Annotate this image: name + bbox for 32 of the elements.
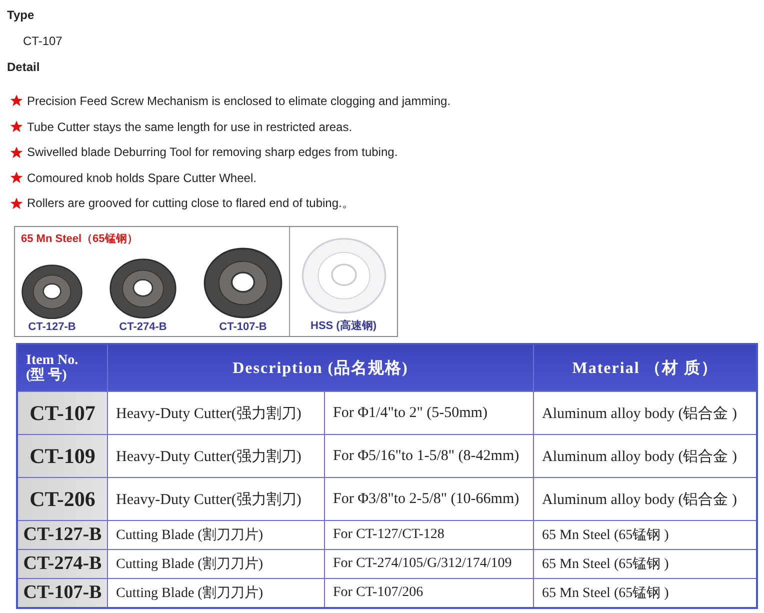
blade-label: CT-274-B [119, 321, 167, 334]
item-cell: CT-107-B [17, 578, 108, 608]
item-cell: CT-109 [17, 434, 108, 478]
blade-label: HSS (高速钢) [310, 318, 376, 334]
column-header: Description (品名规格) [108, 344, 534, 392]
item-cell: CT-274-B [17, 550, 108, 579]
spec-cell: For CT-127/CT-128 [324, 520, 534, 550]
blade-group-title: 65 Mn Steel（65锰钢） [21, 232, 139, 246]
description-cell: Heavy-Duty Cutter(强力割刀) [108, 434, 324, 478]
spec-cell: For Φ5/16"to 1-5/8" (8-42mm) [324, 434, 534, 478]
type-value: CT-107 [23, 34, 62, 48]
feature-text: Precision Feed Screw Mechanism is enclosed to elimate clogging and jamming. [27, 94, 451, 108]
spec-cell: For CT-274/105/G/312/174/109 [324, 550, 534, 579]
item-cell: CT-127-B [17, 520, 108, 550]
feature-text: Swivelled blade Deburring Tool for removing sharp edges from tubing. [27, 145, 398, 160]
description-cell: Heavy-Duty Cutter(强力割刀) [108, 392, 324, 435]
description-cell: Heavy-Duty Cutter(强力割刀) [108, 478, 324, 521]
item-cell: CT-206 [17, 478, 108, 521]
feature-text: Tube Cutter stays the same length for use in restricted areas. [27, 120, 352, 134]
column-header: Item No. (型 号) [17, 344, 108, 392]
description-cell: Cutting Blade (割刀刀片) [108, 550, 324, 579]
column-header: Material （材 质） [534, 344, 757, 392]
blade-label: CT-127-B [28, 321, 76, 334]
description-cell: Cutting Blade (割刀刀片) [108, 520, 324, 550]
spec-cell: For Φ3/8"to 2-5/8" (10-66mm) [324, 478, 534, 521]
feature-text: Comoured knob holds Spare Cutter Wheel. [27, 170, 256, 185]
spec-cell: For Φ1/4"to 2" (5-50mm) [324, 392, 534, 435]
feature-text: Rollers are grooved for cutting close to flared end of tubing.。 [27, 195, 354, 212]
detail-heading: Detail [7, 60, 40, 74]
item-cell: CT-107 [17, 392, 108, 435]
blade-label: CT-107-B [219, 321, 267, 334]
type-heading: Type [7, 8, 34, 22]
